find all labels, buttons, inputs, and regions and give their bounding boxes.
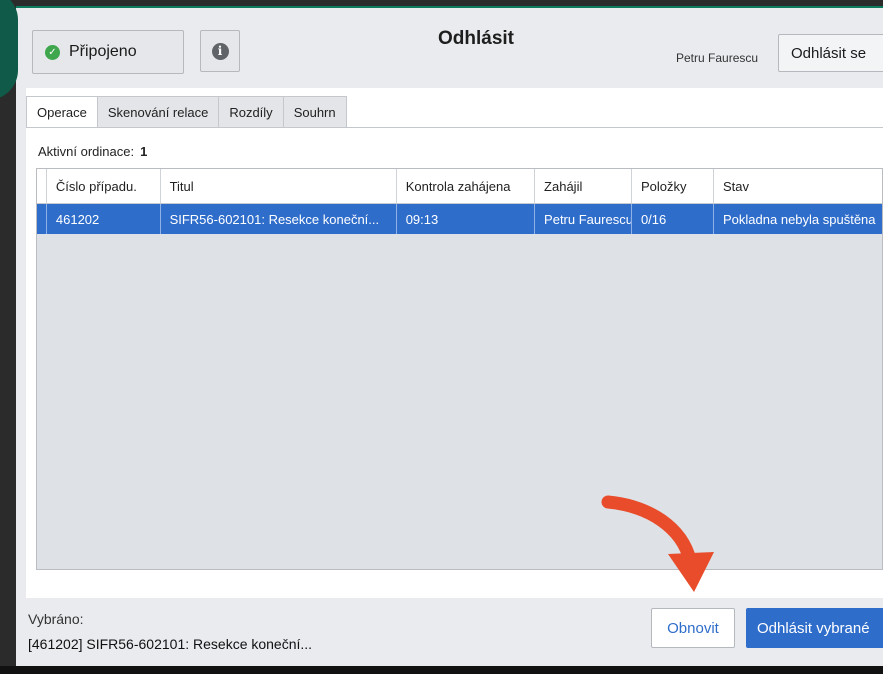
active-count-value: 1: [140, 144, 148, 159]
logout-button[interactable]: Odhlásit se: [778, 34, 883, 72]
column-header-check-started[interactable]: Kontrola zahájena: [397, 169, 536, 203]
refresh-button[interactable]: Obnovit: [651, 608, 735, 648]
tab-summary[interactable]: Souhrn: [282, 96, 347, 128]
header: ✓ Připojeno i Odhlásit Petru Faurescu Od…: [16, 8, 883, 88]
tab-differences[interactable]: Rozdíly: [218, 96, 284, 128]
user-name: Petru Faurescu: [676, 51, 759, 65]
tab-bar: Operace Skenování relace Rozdíly Souhrn: [26, 96, 347, 128]
tab-session-scan[interactable]: Skenování relace: [96, 96, 220, 128]
logout-selected-button[interactable]: Odhlásit vybrané: [746, 608, 883, 648]
selected-value: [461202] SIFR56-602101: Resekce koneční.…: [28, 636, 313, 652]
checkout-window: ✓ Připojeno i Odhlásit Petru Faurescu Od…: [16, 6, 883, 666]
bottom-strip: [0, 666, 883, 674]
cell-started-by: Petru Faurescu: [535, 204, 632, 234]
page-title: Odhlásit: [437, 28, 514, 49]
table-row[interactable]: 461202 SIFR56-602101: Resekce koneční...…: [37, 204, 882, 234]
active-count-label: Aktivní ordinace:: [38, 144, 135, 159]
tab-divider: [26, 127, 883, 128]
cell-title: SIFR56-602101: Resekce koneční...: [161, 204, 397, 234]
cell-items: 0/16: [632, 204, 715, 234]
column-header-status[interactable]: Stav: [714, 169, 882, 203]
column-header-case-number[interactable]: Číslo případu.: [47, 169, 161, 203]
operations-table: Číslo případu. Titul Kontrola zahájena Z…: [36, 168, 883, 570]
selected-label: Vybráno:: [28, 611, 84, 627]
active-count: Aktivní ordinace: 1: [38, 144, 147, 159]
row-marker: [37, 204, 47, 234]
table-header: Číslo případu. Titul Kontrola zahájena Z…: [37, 169, 882, 204]
main-panel: Operace Skenování relace Rozdíly Souhrn …: [26, 88, 883, 598]
status-label: Připojeno: [69, 43, 137, 60]
footer: Vybráno: [461202] SIFR56-602101: Resekce…: [16, 598, 883, 666]
column-header-title[interactable]: Titul: [161, 169, 397, 203]
info-button[interactable]: i: [200, 30, 240, 72]
column-header-items[interactable]: Položky: [632, 169, 715, 203]
header-spacer: [37, 169, 47, 203]
check-circle-icon: ✓: [45, 44, 60, 60]
tab-operations[interactable]: Operace: [26, 96, 98, 128]
cell-case-number: 461202: [47, 204, 161, 234]
info-icon: i: [211, 42, 229, 60]
cell-status: Pokladna nebyla spuštěna: [723, 211, 876, 227]
cell-check-started: 09:13: [397, 204, 536, 234]
curved-arrow-icon: [601, 495, 714, 592]
connection-status-button[interactable]: ✓ Připojeno: [32, 30, 184, 74]
column-header-started-by[interactable]: Zahájil: [535, 169, 632, 203]
